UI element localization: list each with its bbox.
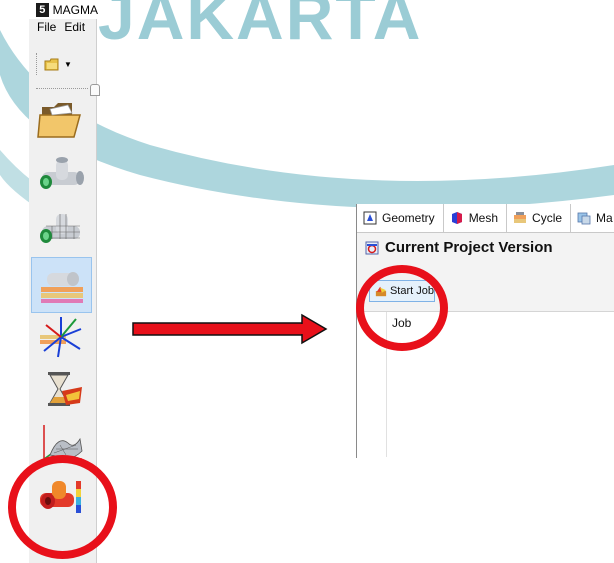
tab-mesh-label: Mesh — [468, 211, 499, 225]
red-arrow — [132, 313, 328, 345]
axes-definitions-icon — [39, 317, 81, 358]
menu-edit[interactable]: Edit — [64, 20, 85, 37]
project-version-icon — [365, 241, 379, 254]
open-folder-icon[interactable] — [44, 58, 60, 71]
mesh-tab-icon — [451, 212, 462, 224]
meshed-pipe-tee-icon — [39, 214, 80, 243]
definitions-tool[interactable] — [31, 310, 90, 364]
tab-bar: Geometry Mesh Cycle Ma — [357, 204, 614, 233]
tab-material[interactable]: Ma — [571, 204, 614, 232]
start-job-button[interactable]: Start Job — [369, 280, 435, 302]
magma-logo-icon: 5 — [36, 2, 49, 17]
simulation-tool[interactable] — [31, 364, 90, 418]
panel-tab[interactable] — [90, 84, 100, 96]
project-title-text: Current Project Version — [385, 239, 553, 256]
project-title: Current Project Version — [365, 239, 553, 256]
dropdown-arrow-icon[interactable]: ▼ — [64, 60, 72, 69]
tab-cycle[interactable]: Cycle — [507, 204, 572, 232]
tab-cycle-label: Cycle — [532, 211, 563, 225]
menu-bar: File Edit — [29, 20, 96, 37]
title-bar: 5 MAGMA — [29, 0, 98, 19]
open-project-tool[interactable] — [31, 94, 90, 148]
process-tool[interactable] — [31, 257, 92, 313]
material-tab-icon — [577, 212, 591, 225]
geometry-tool[interactable] — [31, 149, 90, 203]
results-view-tool[interactable] — [31, 470, 90, 524]
tab-mesh[interactable]: Mesh — [444, 204, 508, 232]
tab-geometry[interactable]: Geometry — [357, 204, 444, 232]
start-job-icon — [375, 286, 387, 296]
folder-icon — [36, 103, 81, 138]
geometry-tab-icon — [363, 211, 377, 225]
column-divider — [386, 312, 387, 457]
surface-plot-icon — [42, 425, 82, 460]
colored-result-tee-icon — [39, 481, 81, 513]
toolbar-divider — [36, 88, 88, 89]
menu-file[interactable]: File — [37, 20, 56, 37]
layered-process-icon — [40, 272, 83, 303]
project-window: Geometry Mesh Cycle Ma Current Project V… — [356, 204, 614, 459]
tab-geometry-label: Geometry — [382, 211, 435, 225]
job-list: Job — [357, 311, 614, 459]
pipe-tee-icon — [39, 157, 84, 189]
mesh-tool[interactable] — [31, 203, 90, 257]
job-column-header: Job — [392, 316, 412, 330]
start-job-label: Start Job — [389, 285, 434, 297]
cycle-tab-icon — [514, 212, 527, 223]
toolbar: ▼ — [36, 53, 89, 75]
hourglass-simulation-icon — [47, 372, 82, 406]
results-tool[interactable] — [31, 416, 90, 470]
app-title: MAGMA — [52, 2, 98, 17]
watermark-text: JAKARTA — [98, 0, 423, 53]
tab-material-label: Ma — [596, 211, 613, 225]
